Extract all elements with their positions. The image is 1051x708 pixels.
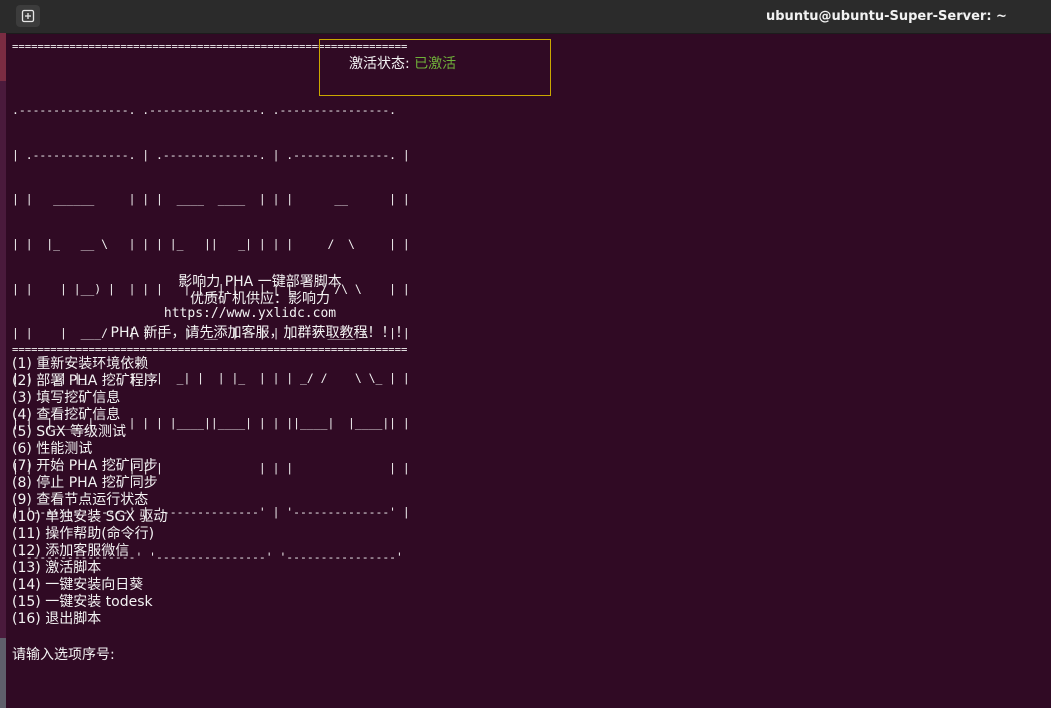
option-menu: (1) 重新安装环境依赖 (2) 部署 PHA 挖矿程序 (3) 填写挖矿信息 … xyxy=(12,356,167,628)
menu-item: (15) 一键安装 todesk xyxy=(12,594,153,610)
menu-item: (3) 填写挖矿信息 xyxy=(12,390,121,406)
scrollbar-thumb[interactable] xyxy=(0,638,6,708)
activation-status: 激活状态: 已激活 xyxy=(349,53,456,73)
menu-item: (7) 开始 PHA 挖矿同步 xyxy=(12,458,158,474)
menu-item: (13) 激活脚本 xyxy=(12,560,102,576)
menu-item: (6) 性能测试 xyxy=(12,441,93,457)
new-tab-button[interactable] xyxy=(16,5,40,27)
menu-item: (11) 操作帮助(命令行) xyxy=(12,526,155,542)
menu-item: (14) 一键安装向日葵 xyxy=(12,577,144,593)
menu-item: (1) 重新安装环境依赖 xyxy=(12,356,149,372)
left-edge-accent xyxy=(0,33,6,81)
title-bar: ubuntu@ubuntu-Super-Server: ~ xyxy=(0,0,1051,34)
ascii-line: | | ______ | | | ____ ____ | | | __ | | xyxy=(12,192,410,207)
menu-item: (2) 部署 PHA 挖矿程序 xyxy=(12,373,158,389)
menu-item: (8) 停止 PHA 挖矿同步 xyxy=(12,475,158,491)
new-tab-icon xyxy=(21,9,35,23)
menu-item: (4) 查看挖矿信息 xyxy=(12,407,121,423)
activation-status-value: 已激活 xyxy=(414,56,457,72)
menu-item: (10) 单独安装 SGX 驱动 xyxy=(12,509,168,525)
ascii-line: .----------------. .----------------. .-… xyxy=(12,102,397,117)
ascii-line: | | |_ __ \ | | | |_ || _| | | | / \ | | xyxy=(12,236,410,251)
activation-status-label: 激活状态: xyxy=(349,56,410,72)
left-edge xyxy=(0,33,6,708)
menu-item: (5) SGX 等级测试 xyxy=(12,424,127,440)
terminal-window: ubuntu@ubuntu-Super-Server: ~ ==========… xyxy=(0,0,1051,708)
input-prompt[interactable]: 请输入选项序号: xyxy=(12,644,115,664)
menu-item: (12) 添加客服微信 xyxy=(12,543,130,559)
banner-supplier: 优质矿机供应：影响力 xyxy=(190,291,330,307)
separator-rule-bottom: ========================================… xyxy=(12,344,408,356)
ascii-line: | .--------------. | .--------------. | … xyxy=(12,147,410,162)
banner-notice: PHA 新手，请先添加客服，加群获取教程！！！ xyxy=(110,325,410,341)
menu-item: (16) 退出脚本 xyxy=(12,611,102,627)
menu-item: (9) 查看节点运行状态 xyxy=(12,492,149,508)
window-title: ubuntu@ubuntu-Super-Server: ~ xyxy=(766,9,1007,24)
banner-url: https://www.yxlidc.com xyxy=(163,306,337,321)
